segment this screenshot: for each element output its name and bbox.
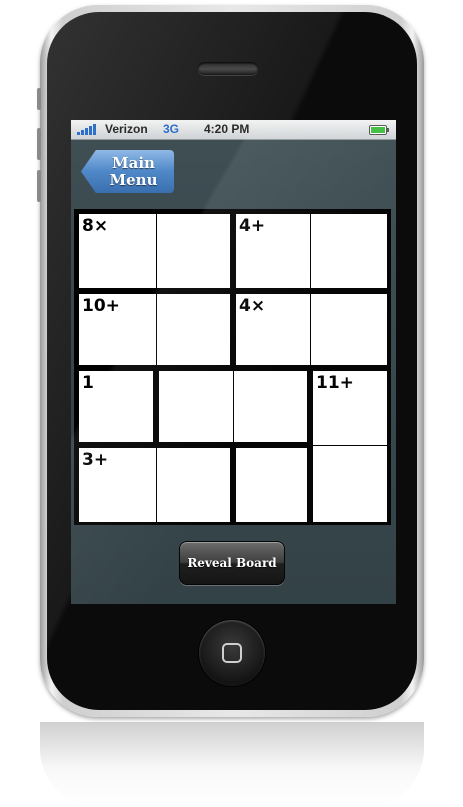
board-cell-r2c0[interactable]: 1 (79, 371, 153, 442)
screen: Verizon 3G 4:20 PM Main Menu 8× 4+ 10+ 4× 1 1… (71, 120, 396, 604)
signal-bars-icon (77, 124, 99, 135)
home-button[interactable] (199, 620, 265, 686)
phone-reflection (40, 722, 424, 807)
board-cell-r3c3[interactable] (313, 445, 387, 522)
status-time: 4:20 PM (204, 122, 250, 136)
board-cell-r1c3[interactable] (310, 294, 387, 365)
puzzle-board: 8× 4+ 10+ 4× 1 11+ 3+ (74, 209, 391, 525)
battery-level (371, 127, 385, 133)
board-cell-r2c1[interactable] (159, 371, 233, 442)
board-cell-r1c2[interactable]: 4× (236, 294, 310, 365)
board-cell-r2c3[interactable]: 11+ (313, 371, 387, 445)
main-menu-label-line2: Menu (109, 170, 158, 189)
board-cell-r0c2[interactable]: 4+ (236, 214, 310, 288)
cage-clue: 4+ (239, 216, 266, 236)
board-cell-r0c0[interactable]: 8× (79, 214, 156, 288)
board-cell-r3c0[interactable]: 3+ (79, 448, 156, 522)
board-cell-r3c2[interactable] (236, 448, 307, 522)
earpiece-speaker (198, 62, 258, 75)
mute-switch[interactable] (37, 88, 41, 110)
cage-clue: 8× (82, 216, 109, 236)
carrier-name: Verizon (105, 122, 148, 136)
board-cell-r1c1[interactable] (156, 294, 230, 365)
cage-clue: 11+ (316, 373, 354, 393)
board-cell-r1c0[interactable]: 10+ (79, 294, 156, 365)
cage-clue: 10+ (82, 296, 120, 316)
cage-clue: 3+ (82, 450, 109, 470)
reveal-board-button[interactable]: Reveal Board (179, 541, 285, 585)
board-cell-r0c1[interactable] (156, 214, 230, 288)
board-cell-r2c2[interactable] (233, 371, 307, 442)
volume-up-button[interactable] (37, 128, 41, 160)
main-menu-button[interactable]: Main Menu (81, 150, 174, 193)
cage-clue: 4× (239, 296, 266, 316)
board-cell-r0c3[interactable] (310, 214, 387, 288)
board-cell-r3c1[interactable] (156, 448, 230, 522)
main-menu-label-line1: Main (112, 153, 155, 172)
home-square-icon (222, 643, 242, 663)
volume-down-button[interactable] (37, 170, 41, 202)
status-bar: Verizon 3G 4:20 PM (71, 120, 396, 140)
cage-clue: 1 (82, 373, 94, 393)
battery-icon (369, 125, 389, 135)
network-type: 3G (163, 122, 180, 136)
